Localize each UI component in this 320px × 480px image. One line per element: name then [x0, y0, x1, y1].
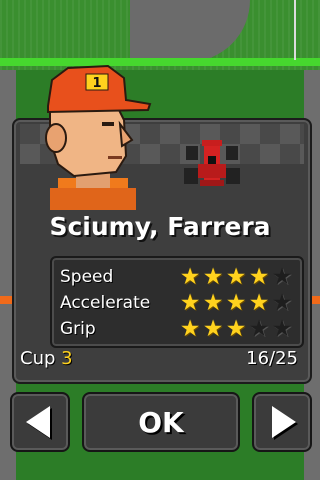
track-pole: [294, 0, 296, 60]
stat-row-speed: Speed ★ ★ ★ ★ ★: [60, 264, 300, 290]
driver-name: Sciumy, Farrera: [49, 212, 271, 241]
star-filled-icon: ★: [179, 264, 201, 290]
star-empty-icon: ★: [271, 264, 293, 290]
cup-indicator: Cup 3: [20, 348, 73, 369]
cup-number: 3: [61, 348, 73, 369]
star-filled-icon: ★: [202, 316, 224, 342]
star-filled-icon: ★: [225, 290, 247, 316]
stat-label: Accelerate: [60, 293, 151, 313]
star-filled-icon: ★: [248, 264, 270, 290]
driver-portrait-icon: 1: [45, 64, 152, 210]
stat-label: Grip: [60, 319, 96, 339]
star-filled-icon: ★: [179, 316, 201, 342]
star-filled-icon: ★: [179, 290, 201, 316]
right-triangle-icon: [272, 406, 296, 438]
cup-label: Cup: [20, 348, 56, 369]
star-filled-icon: ★: [225, 264, 247, 290]
previous-button[interactable]: [10, 392, 70, 452]
race-car-icon: [184, 140, 240, 186]
stat-row-grip: Grip ★ ★ ★ ★ ★: [60, 316, 300, 342]
driver-stats: Speed ★ ★ ★ ★ ★ Accelerate ★ ★ ★ ★ ★ Grip ★ ★ ★ ★ ★: [50, 256, 304, 348]
stat-row-accelerate: Accelerate ★ ★ ★ ★ ★: [60, 290, 300, 316]
ok-button[interactable]: OK: [82, 392, 240, 452]
stat-label: Speed: [60, 267, 114, 287]
star-filled-icon: ★: [248, 290, 270, 316]
star-empty-icon: ★: [271, 316, 293, 342]
driver-progress: 16/25: [246, 348, 298, 369]
star-empty-icon: ★: [248, 316, 270, 342]
star-empty-icon: ★: [271, 290, 293, 316]
next-button[interactable]: [252, 392, 312, 452]
star-filled-icon: ★: [225, 316, 247, 342]
star-filled-icon: ★: [202, 264, 224, 290]
left-triangle-icon: [26, 406, 50, 438]
star-filled-icon: ★: [202, 290, 224, 316]
cap-number: 1: [92, 76, 101, 91]
